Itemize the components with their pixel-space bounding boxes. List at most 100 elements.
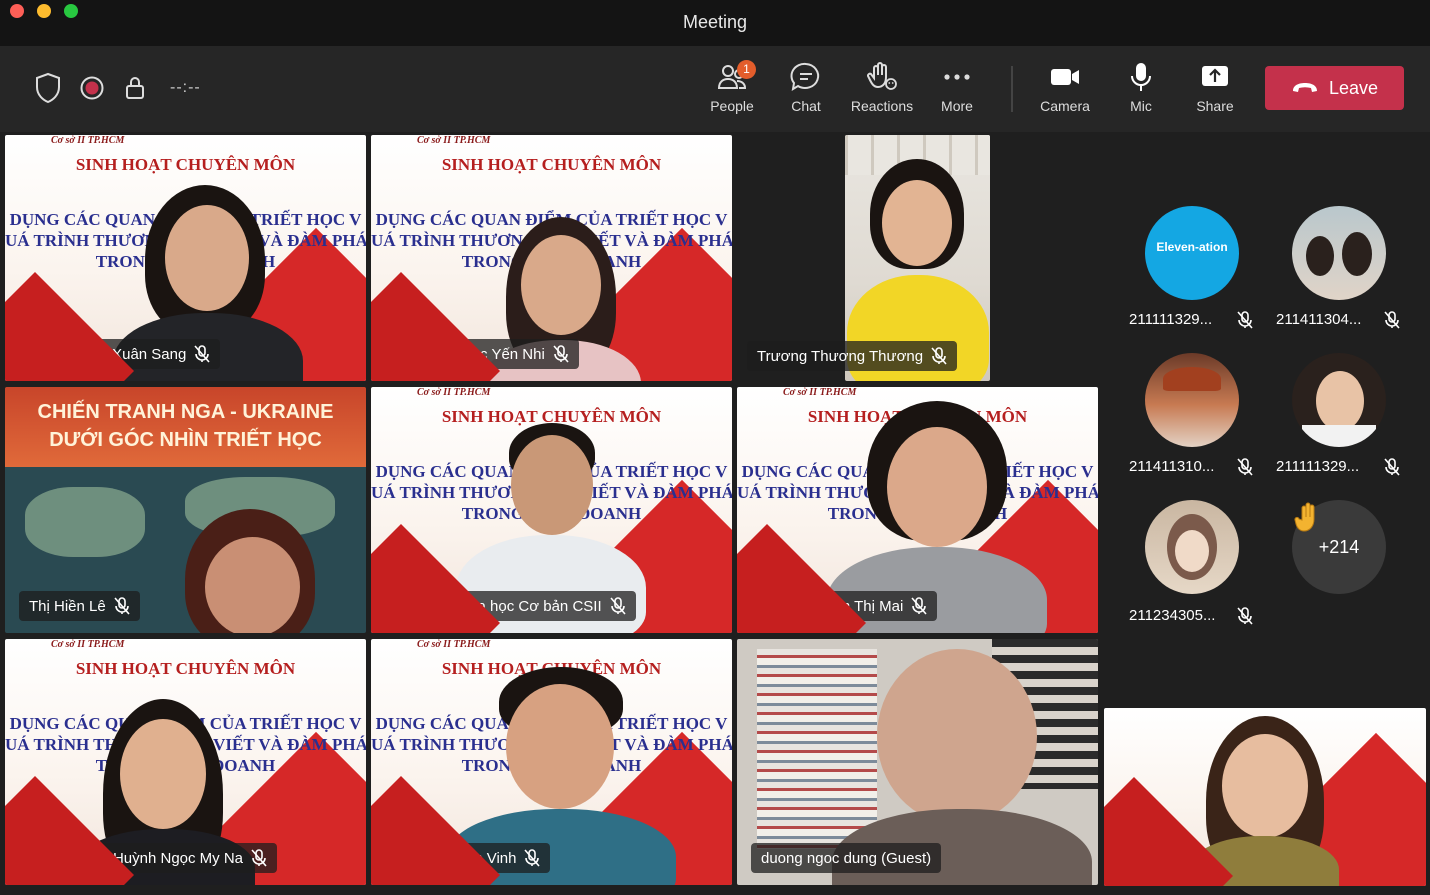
participant-face: [882, 180, 952, 266]
mic-muted-icon: [610, 597, 626, 615]
people-count-badge: 1: [737, 60, 756, 79]
mic-muted-icon: [194, 345, 210, 363]
slide-title: CHIẾN TRANH NGA - UKRAINE: [37, 401, 334, 423]
participant-avatar[interactable]: [1145, 353, 1239, 447]
participant-nametag: Thị Hiền Lê: [19, 591, 140, 621]
mic-button[interactable]: Mic: [1103, 60, 1179, 120]
participant-body: [827, 547, 1047, 633]
video-tile[interactable]: Cơ sở II TP.HCM SINH HOẠT CHUYÊN MÔN DỤN…: [371, 639, 732, 885]
slide-heading: SINH HOẠT CHUYÊN MÔN: [75, 659, 296, 678]
avatar-shirt: [1302, 425, 1376, 447]
participant-face: [887, 427, 987, 547]
more-button[interactable]: More: [919, 60, 995, 120]
slide-campus: Cơ sở II TP.HCM: [417, 135, 491, 146]
camera-button[interactable]: Camera: [1027, 60, 1103, 120]
participant-face: [506, 684, 614, 809]
mic-label: Mic: [1130, 98, 1152, 114]
participant-avatar[interactable]: [1145, 500, 1239, 594]
avatar-text: Eleven-ation: [1156, 240, 1228, 254]
recording-icon[interactable]: [80, 76, 104, 100]
reactions-button[interactable]: Reactions: [844, 60, 920, 120]
participant-nametag: CSII_Lê Thị Xuân Sang: [19, 339, 221, 369]
shield-icon[interactable]: [34, 72, 62, 104]
mic-muted-icon: [1237, 311, 1253, 329]
video-tile[interactable]: Cơ sở II TP.HCM SINH HOẠT CHUYÊN MÔN DỤN…: [737, 387, 1098, 633]
avatar-figure: [1306, 236, 1334, 276]
more-icon: [944, 74, 970, 80]
mic-muted-icon: [931, 347, 947, 365]
bookshelf: [757, 649, 877, 849]
camera-icon: [1051, 69, 1079, 85]
slide-campus: Cơ sở II TP.HCM: [51, 135, 125, 146]
participant-name: 211411310...: [1129, 458, 1215, 475]
mic-muted-icon: [524, 849, 541, 867]
participant-name: duong ngoc dung (Guest): [761, 849, 932, 867]
mic-muted-icon: [251, 849, 267, 867]
mic-muted-icon: [911, 597, 927, 615]
mic-muted-icon: [1237, 458, 1253, 476]
participant-name: 211111329...: [1276, 458, 1360, 475]
participant-nametag: Trương Thương Thương: [747, 341, 958, 371]
chat-button[interactable]: Chat: [768, 60, 844, 120]
reactions-label: Reactions: [850, 98, 914, 114]
participant-nametag: CSII_Đỗ Văn Vinh: [385, 843, 551, 873]
video-tile[interactable]: Cơ sở II TP.HCM SINH HOẠT CHUYÊN MÔN DỤN…: [5, 135, 366, 381]
participant-avatar[interactable]: [1292, 353, 1386, 447]
toolbar-divider: [1011, 66, 1013, 112]
leave-label: Leave: [1328, 77, 1379, 98]
mic-muted-icon: [114, 597, 130, 615]
participant-face: [877, 649, 1037, 824]
video-tile[interactable]: CHIẾN TRANH NGA - UKRAINE DƯỚI GÓC NHÌN …: [5, 387, 366, 633]
mic-muted-icon: [1384, 458, 1400, 476]
mic-muted-icon: [1237, 607, 1253, 625]
participant-name: CSII_Nguyễn Thị Mai: [761, 597, 904, 615]
participant-avatar[interactable]: [1292, 206, 1386, 300]
participant-name: 211234305...: [1129, 607, 1216, 624]
mic-muted-icon: [1384, 311, 1400, 329]
participant-nametag: 2111113168-Huỳnh Ngọc My Na: [19, 843, 278, 873]
people-label: People: [710, 98, 754, 114]
lock-icon[interactable]: [125, 76, 145, 100]
meeting-toolbar: --:-- 1 People Chat Reactions More Camer…: [0, 46, 1430, 132]
title-bar: Meeting: [0, 0, 1430, 46]
avatar-figure: [1342, 232, 1372, 276]
slide-campus: Cơ sở II TP.HCM: [417, 639, 491, 650]
video-tile[interactable]: Cơ sở II TP.HCM SINH HOẠT CHUYÊN MÔN DỤN…: [5, 639, 366, 885]
share-button[interactable]: Share: [1177, 60, 1253, 120]
people-button[interactable]: 1 People: [694, 60, 770, 120]
bottom-edge: [0, 886, 1430, 895]
slide-campus: Cơ sở II TP.HCM: [783, 387, 857, 398]
share-icon: [1202, 66, 1228, 86]
slide-banner: [5, 387, 366, 467]
self-view-video[interactable]: [1104, 708, 1426, 886]
slide-subtitle: DƯỚI GÓC NHÌN TRIẾT HỌC: [49, 429, 322, 451]
participant-name: Thị Hiền Lê: [29, 597, 106, 615]
avatar-face: [1175, 530, 1209, 572]
participant-face: [120, 719, 206, 829]
participant-avatar[interactable]: Eleven-ation: [1145, 206, 1239, 300]
participant-face: [521, 235, 601, 335]
participant-name: 211411304...: [1276, 311, 1362, 328]
more-participants-count: +214: [1318, 536, 1360, 557]
video-tile[interactable]: Cơ sở II TP.HCM SINH HOẠT CHUYÊN MÔN DỤN…: [371, 387, 732, 633]
camera-label: Camera: [1040, 98, 1090, 114]
window-title: Meeting: [682, 12, 748, 32]
hang-up-icon: [1292, 83, 1317, 92]
slide-campus: Cơ sở II TP.HCM: [417, 387, 491, 398]
share-label: Share: [1196, 98, 1234, 114]
chat-label: Chat: [791, 98, 821, 114]
meeting-timer: --:--: [170, 79, 201, 96]
participant-name: CSII_Lý Ngọc Yến Nhi: [395, 345, 545, 363]
participant-face: [165, 205, 249, 311]
slide-heading: SINH HOẠT CHUYÊN MÔN: [441, 155, 662, 174]
raised-hand-icon: [1294, 502, 1315, 532]
chat-icon: [790, 62, 820, 91]
video-tile[interactable]: Cơ sở II TP.HCM SINH HOẠT CHUYÊN MÔN DỤN…: [371, 135, 732, 381]
video-tile[interactable]: duong ngoc dung (Guest): [737, 639, 1098, 885]
slide-campus: Cơ sở II TP.HCM: [51, 639, 125, 650]
participant-nametag: CSII_Nguyễn Thị Mai: [751, 591, 938, 621]
avatar-hat: [1163, 367, 1221, 391]
participant-name: CSII_Lê Thị Xuân Sang: [29, 345, 187, 363]
participant-nametag: CSII_Lý Ngọc Yến Nhi: [385, 339, 579, 369]
leave-button[interactable]: Leave: [1265, 66, 1404, 110]
